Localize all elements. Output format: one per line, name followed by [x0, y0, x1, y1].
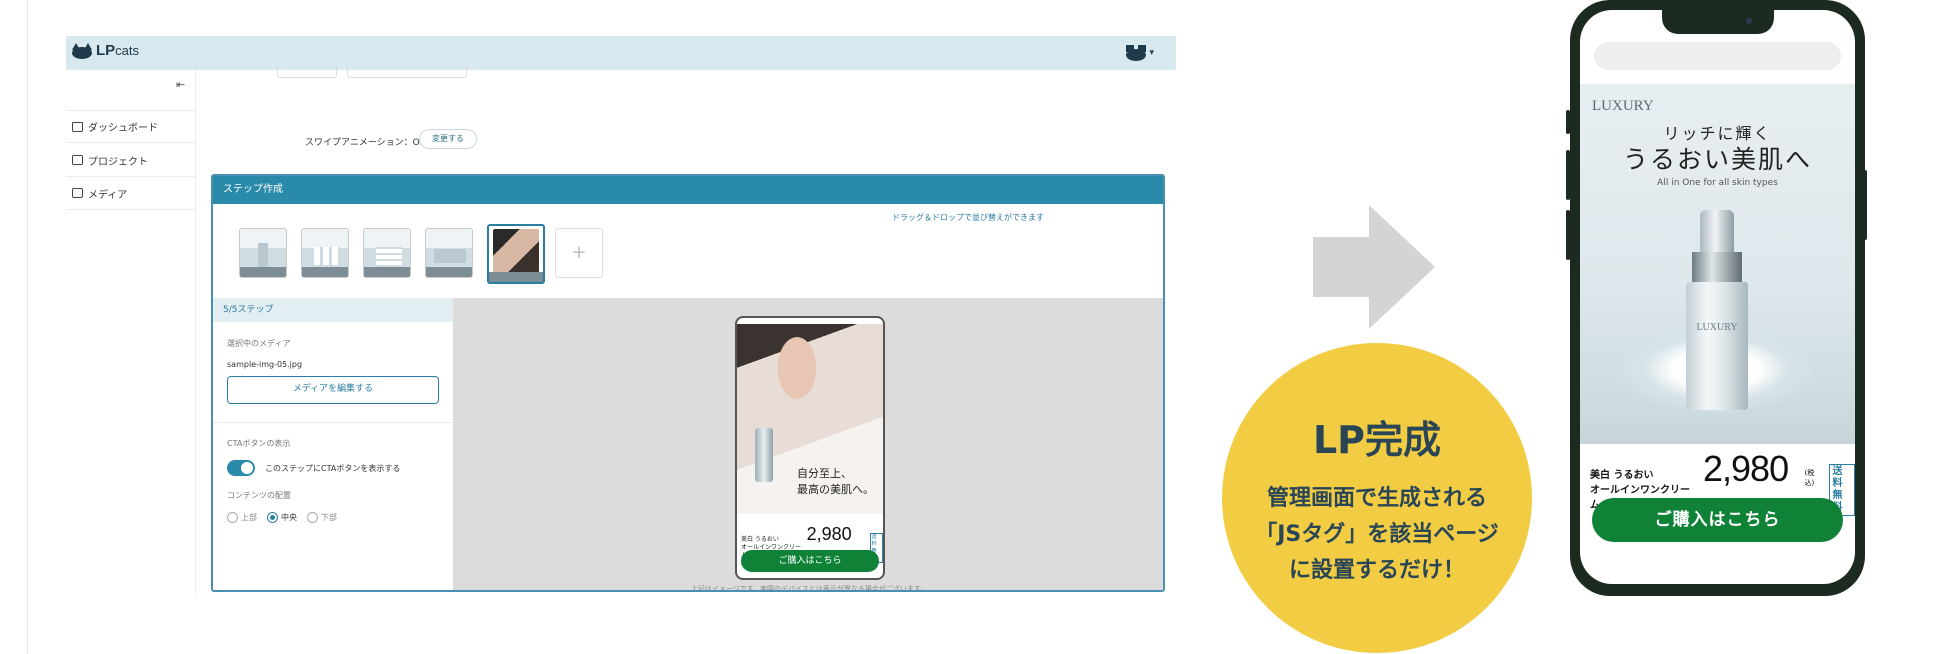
lp-complete-description: 管理画面で生成される 「JSタグ」を該当ページ に設置するだけ！	[1255, 486, 1499, 583]
avatar-icon	[1126, 45, 1147, 61]
logo-text: LPcats	[96, 42, 140, 59]
logo[interactable]: LPcats	[72, 42, 139, 59]
phone-notch	[1662, 10, 1774, 34]
brand-name: LUXURY	[1592, 98, 1654, 114]
camera-icon	[1746, 18, 1752, 24]
partial-field[interactable]	[277, 64, 337, 78]
radio-center[interactable]: 中央	[267, 512, 297, 523]
partial-field[interactable]	[347, 64, 467, 78]
sidebar-item-media[interactable]: メディア	[66, 177, 196, 210]
preview-tagline: 自分至上、 最高の美肌へ。	[797, 467, 874, 496]
step-thumbnail[interactable]	[425, 228, 473, 278]
page: LPcats ▾ ⇤ ダッシュボード プロジェクト メディア スワイプアニメーシ…	[0, 0, 1950, 654]
account-menu[interactable]: ▾	[1126, 45, 1154, 61]
add-step-button[interactable]: +	[555, 228, 603, 278]
sidebar-item-label: ダッシュボード	[88, 123, 158, 134]
swipe-animation-status: スワイプアニメーション：OFF	[305, 138, 431, 148]
step-editor-header: ステップ作成	[213, 176, 1163, 204]
selected-media-label: 選択中のメディア	[227, 339, 291, 348]
sidebar: ⇤ ダッシュボード プロジェクト メディア	[66, 70, 196, 594]
tax-included: (税込)	[1804, 469, 1815, 487]
placement-radio-group: 上部 中央 下部	[227, 512, 337, 523]
admin-screenshot: LPcats ▾ ⇤ ダッシュボード プロジェクト メディア スワイプアニメーシ…	[66, 36, 1176, 594]
sidebar-item-project[interactable]: プロジェクト	[66, 144, 196, 177]
phone-screen: LUXURY リッチに輝く うるおい美肌へ All in One for all…	[1580, 10, 1855, 584]
step-count: 5/5ステップ	[213, 298, 453, 322]
change-button[interactable]: 変更する	[419, 129, 477, 149]
drag-hint: ドラッグ＆ドロップで並び替えができます	[892, 213, 1044, 222]
cat-logo-icon	[72, 42, 92, 59]
buy-button[interactable]: ご購入はこちら	[1592, 498, 1843, 542]
cta-label: CTAボタンの表示	[227, 439, 291, 448]
step-thumbnail[interactable]	[301, 228, 349, 278]
step-settings: 5/5ステップ 選択中のメディア sample-img-05.jpg メディアを…	[213, 298, 453, 590]
bottle-label: LUXURY	[1696, 322, 1738, 333]
product-bottle: LUXURY	[1682, 210, 1752, 410]
cta-toggle[interactable]	[227, 460, 255, 476]
left-divider	[27, 0, 28, 654]
lp-complete-title: LP完成	[1312, 418, 1442, 462]
model-face	[767, 336, 827, 416]
admin-main: スワイプアニメーション：OFF 変更する ステップ作成 ドラッグ＆ドロップで並び…	[197, 64, 1176, 594]
product-bottle	[755, 428, 773, 482]
step-thumbnail-selected[interactable]	[487, 224, 545, 284]
lp-complete-circle: LP完成 管理画面で生成される 「JSタグ」を該当ページ に設置するだけ！	[1222, 343, 1532, 653]
sidebar-item-dashboard[interactable]: ダッシュボード	[66, 110, 196, 143]
chevron-down-icon: ▾	[1149, 48, 1154, 58]
preview-note: 上記はイメージです。実際のデバイスとは表示が異なる場合がございます。	[690, 585, 928, 592]
file-name: sample-img-05.jpg	[227, 360, 303, 369]
preview-area: 自分至上、 最高の美肌へ。 美白 うるおい オールインワンクリーム 2,980円…	[453, 298, 1163, 592]
preview-buy-button[interactable]: ご購入はこちら	[741, 550, 879, 572]
radio-top[interactable]: 上部	[227, 512, 257, 523]
step-thumbnail[interactable]	[239, 228, 287, 278]
home-icon	[72, 121, 83, 132]
step-thumbnail[interactable]	[363, 228, 411, 278]
folder-icon	[72, 155, 83, 165]
admin-header: LPcats ▾	[66, 36, 1176, 70]
step-thumbnails: +	[239, 224, 603, 284]
mini-phone-preview: 自分至上、 最高の美肌へ。 美白 うるおい オールインワンクリーム 2,980円…	[735, 316, 885, 580]
image-icon	[72, 188, 83, 198]
tagline-large: うるおい美肌へ	[1622, 145, 1812, 174]
sidebar-item-label: メディア	[88, 189, 128, 201]
radio-bottom[interactable]: 下部	[307, 512, 337, 523]
cta-toggle-label: このステップにCTAボタンを表示する	[265, 464, 401, 473]
lp-hero: LUXURY リッチに輝く うるおい美肌へ All in One for all…	[1580, 84, 1855, 444]
sidebar-item-label: プロジェクト	[88, 156, 148, 168]
tagline-en: All in One for all skin types	[1657, 178, 1778, 188]
edit-media-button[interactable]: メディアを編集する	[227, 376, 439, 404]
step-editor-panel: ステップ作成 ドラッグ＆ドロップで並び替えができます + 5/5ステップ 選択中…	[211, 174, 1165, 592]
phone-mockup: LUXURY リッチに輝く うるおい美肌へ All in One for all…	[1570, 0, 1865, 596]
collapse-sidebar-icon[interactable]: ⇤	[176, 78, 185, 91]
divider	[213, 422, 453, 423]
right-arrow-icon	[1313, 205, 1435, 329]
url-bar[interactable]	[1594, 42, 1841, 70]
placement-label: コンテンツの配置	[227, 491, 291, 500]
